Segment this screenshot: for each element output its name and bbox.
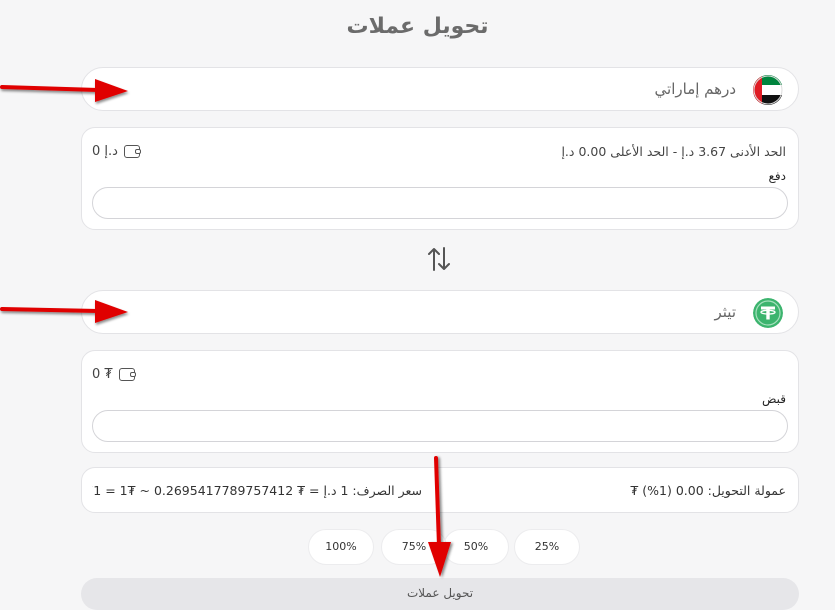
to-balance: 0 ₮ bbox=[92, 367, 136, 382]
uae-flag-icon bbox=[753, 75, 783, 105]
exchange-rate: سعر الصرف: 1 د.إ = ₮ 0.2695417789757412 … bbox=[92, 483, 422, 498]
pay-amount-input[interactable] bbox=[92, 187, 788, 219]
to-balance-value: 0 ₮ bbox=[92, 367, 113, 382]
from-currency-name: درهم إماراتي bbox=[654, 80, 736, 98]
page-title: تحويل عملات bbox=[346, 14, 489, 39]
pay-label: دفع bbox=[768, 169, 786, 183]
annotation-arrow-icon bbox=[0, 79, 128, 102]
receive-amount-input[interactable] bbox=[92, 410, 788, 442]
swap-arrows-icon[interactable] bbox=[424, 244, 454, 274]
receive-label: قبض bbox=[761, 392, 786, 406]
percent-25-button[interactable]: 25% bbox=[514, 529, 580, 565]
percent-100-button[interactable]: 100% bbox=[308, 529, 374, 565]
limits-text: الحد الأدنى 3.67 د.إ - الحد الأعلى 0.00 … bbox=[561, 144, 786, 159]
convert-button[interactable]: تحويل عملات bbox=[81, 578, 799, 610]
to-currency-name: تيثر bbox=[714, 303, 736, 321]
to-currency-selector[interactable]: تيثر bbox=[81, 290, 799, 334]
annotation-arrow-icon bbox=[428, 456, 451, 577]
from-balance-value: 0 د.إ bbox=[92, 144, 118, 159]
wallet-icon bbox=[123, 145, 141, 158]
conversion-fee: عمولة التحويل: 0.00 (1%) ₮ bbox=[630, 483, 786, 498]
from-balance: 0 د.إ bbox=[92, 144, 141, 159]
tether-icon bbox=[753, 298, 783, 328]
from-currency-selector[interactable]: درهم إماراتي bbox=[81, 67, 799, 111]
receive-card: 0 ₮ قبض bbox=[81, 350, 799, 453]
annotation-arrow-icon bbox=[0, 300, 128, 323]
wallet-icon bbox=[118, 368, 136, 381]
pay-card: الحد الأدنى 3.67 د.إ - الحد الأعلى 0.00 … bbox=[81, 127, 799, 230]
